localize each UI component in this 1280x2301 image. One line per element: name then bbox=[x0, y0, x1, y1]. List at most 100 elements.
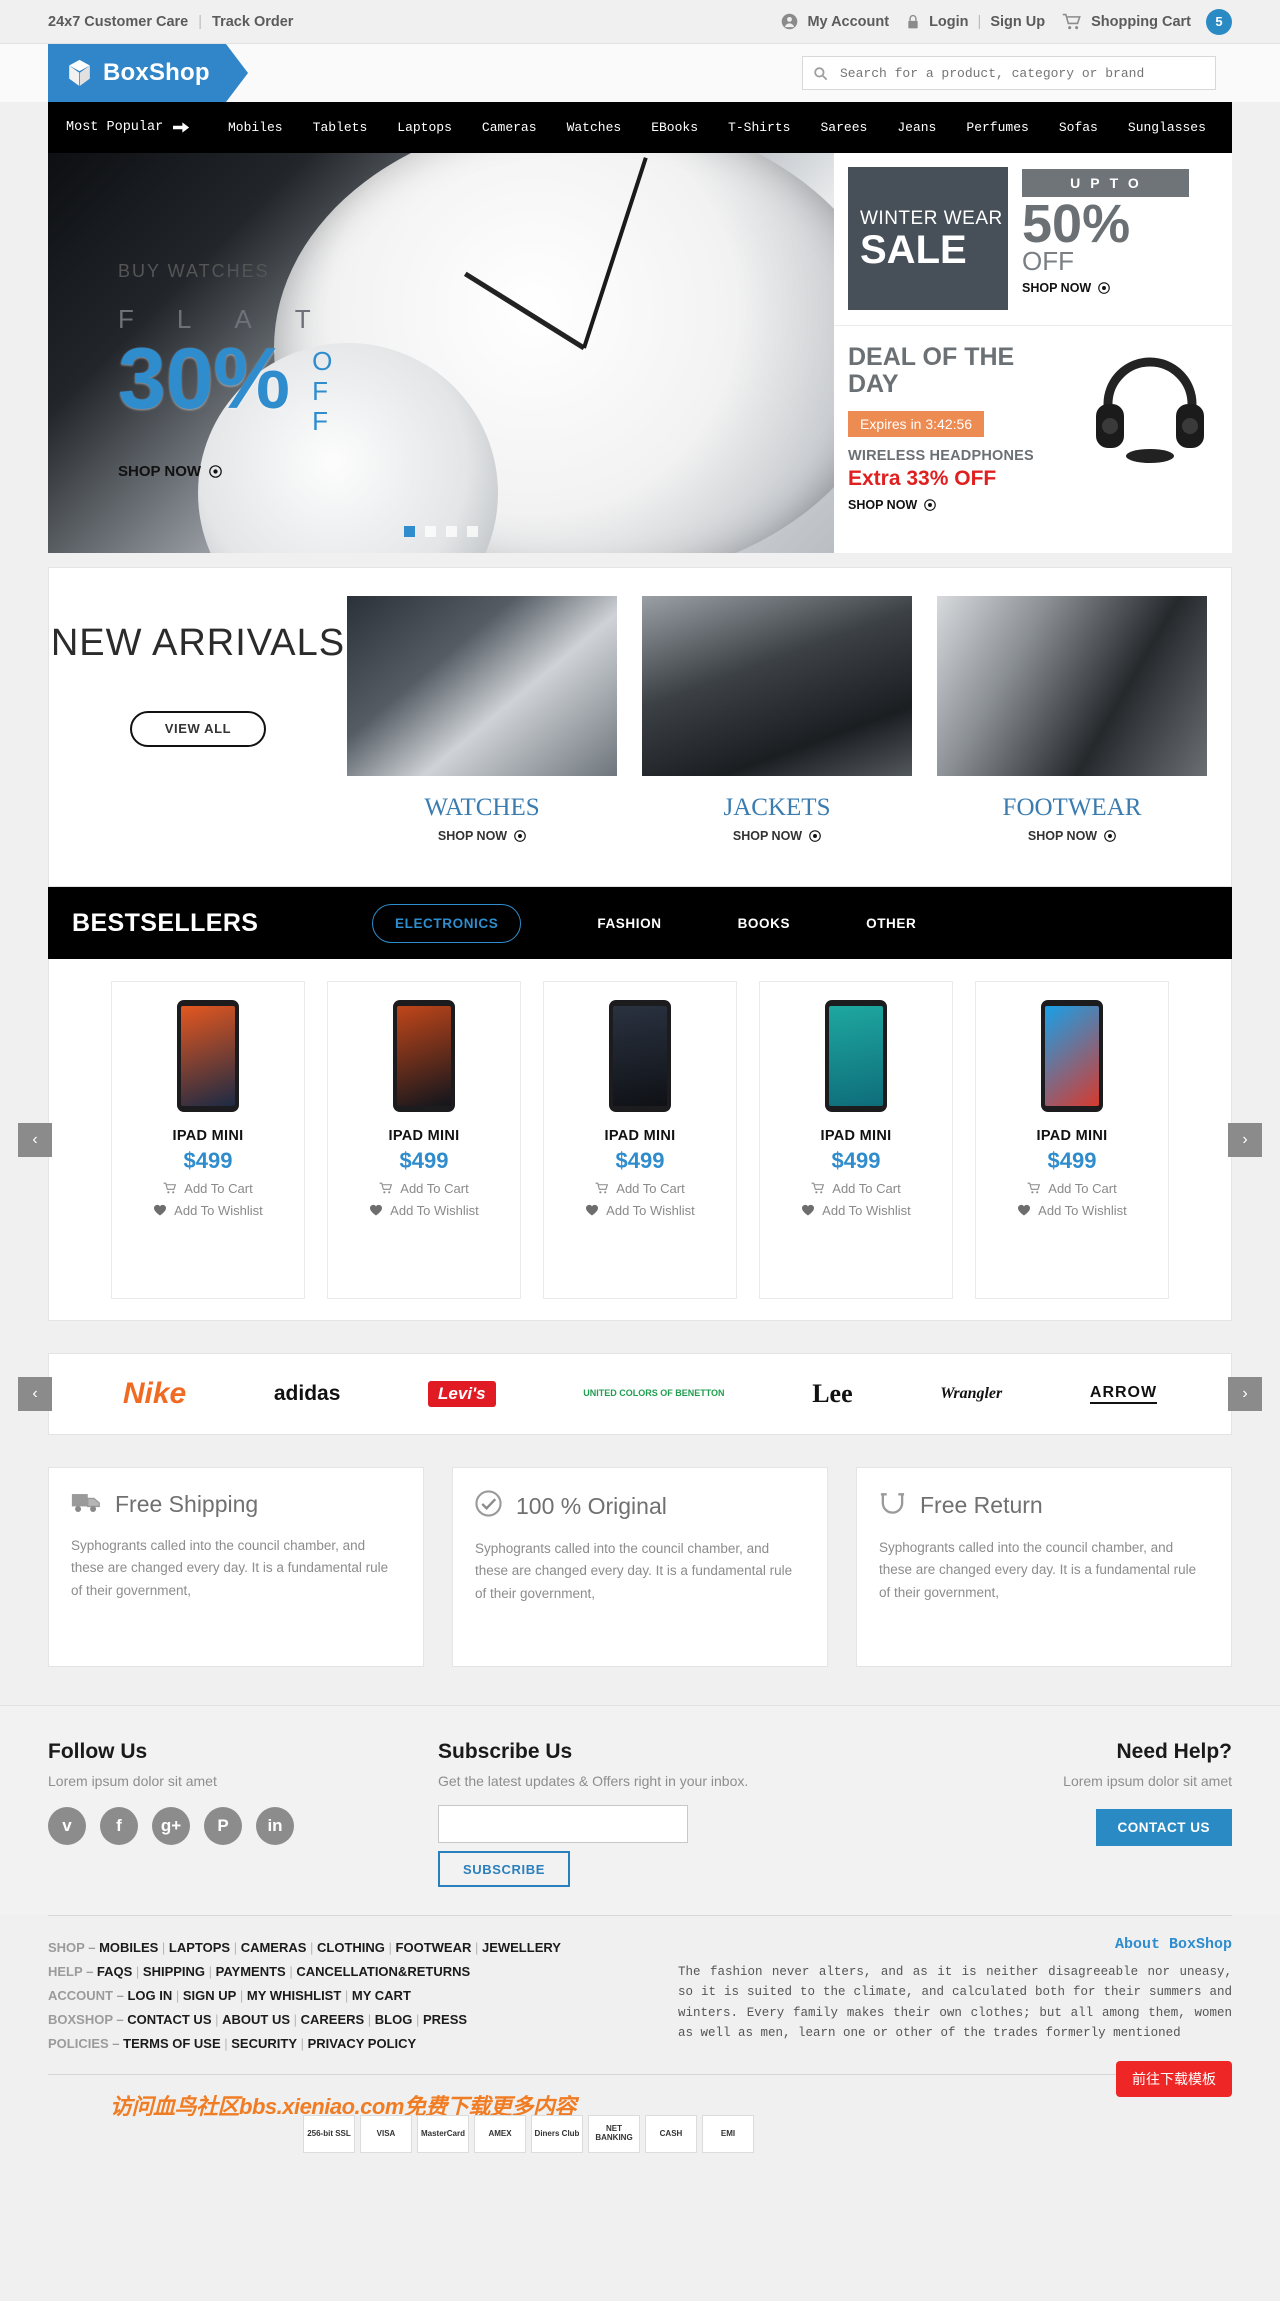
add-to-cart-button[interactable]: Add To Cart bbox=[595, 1181, 685, 1196]
add-to-cart-button[interactable]: Add To Cart bbox=[379, 1181, 469, 1196]
winter-shop-now-button[interactable]: SHOP NOW bbox=[1022, 281, 1189, 295]
nav-item-sunglasses[interactable]: Sunglasses bbox=[1128, 120, 1206, 135]
footer-link-contactus[interactable]: CONTACT US bbox=[127, 2012, 211, 2027]
about-title[interactable]: About BoxShop bbox=[678, 1936, 1232, 1953]
tab-other[interactable]: OTHER bbox=[866, 916, 916, 931]
footer-link-mywhishlist[interactable]: MY WHISHLIST bbox=[247, 1988, 341, 2003]
nav-item-sarees[interactable]: Sarees bbox=[821, 120, 868, 135]
product-card[interactable]: IPAD MINI $499 Add To Cart Add To Wishlist bbox=[111, 980, 305, 1299]
slider-dot-2[interactable] bbox=[446, 526, 457, 537]
footer-link-signup[interactable]: SIGN UP bbox=[183, 1988, 236, 2003]
subscribe-button[interactable]: SUBSCRIBE bbox=[438, 1851, 570, 1887]
carousel-prev-button[interactable]: ‹ bbox=[18, 1122, 52, 1157]
search-input[interactable] bbox=[840, 65, 1205, 81]
logo-block[interactable]: BoxShop bbox=[48, 44, 226, 102]
brand-prev-button[interactable]: ‹ bbox=[18, 1377, 52, 1411]
brand-logo-6[interactable]: ARROW bbox=[1089, 1384, 1158, 1404]
linkedin-icon[interactable]: in bbox=[256, 1807, 294, 1845]
arrival-category-jackets[interactable]: JACKETS bbox=[642, 794, 912, 822]
facebook-icon[interactable]: f bbox=[100, 1807, 138, 1845]
nav-item-watches[interactable]: Watches bbox=[567, 120, 622, 135]
hero-shop-now-button[interactable]: SHOP NOW bbox=[118, 463, 332, 480]
add-to-cart-button[interactable]: Add To Cart bbox=[811, 1181, 901, 1196]
brand-logo-1[interactable]: adidas bbox=[274, 1382, 341, 1406]
footer-link-clothing[interactable]: CLOTHING bbox=[317, 1940, 385, 1955]
brand-logo-3[interactable]: UNITED COLORS OF BENETTON bbox=[583, 1388, 724, 1400]
nav-item-ebooks[interactable]: EBooks bbox=[651, 120, 698, 135]
pinterest-icon[interactable]: P bbox=[204, 1807, 242, 1845]
product-card[interactable]: IPAD MINI $499 Add To Cart Add To Wishlist bbox=[543, 980, 737, 1299]
footer-link-faqs[interactable]: FAQS bbox=[97, 1964, 132, 1979]
tab-books[interactable]: BOOKS bbox=[738, 916, 791, 931]
deal-of-the-day-panel[interactable]: DEAL OF THE DAY Expires in 3:42:56 WIREL… bbox=[834, 325, 1232, 553]
nav-item-tshirts[interactable]: T-Shirts bbox=[728, 120, 790, 135]
footer-link-careers[interactable]: CAREERS bbox=[301, 2012, 365, 2027]
arrival-category-watches[interactable]: WATCHES bbox=[347, 794, 617, 822]
nav-item-tablets[interactable]: Tablets bbox=[313, 120, 368, 135]
footer-link-press[interactable]: PRESS bbox=[423, 2012, 467, 2027]
footer-link-login[interactable]: LOG IN bbox=[127, 1988, 172, 2003]
footer-link-laptops[interactable]: LAPTOPS bbox=[169, 1940, 230, 1955]
footer-link-footwear[interactable]: FOOTWEAR bbox=[396, 1940, 472, 1955]
carousel-next-button[interactable]: › bbox=[1228, 1122, 1262, 1157]
add-to-wishlist-button[interactable]: Add To Wishlist bbox=[1017, 1203, 1127, 1218]
arrival-shop-now-button[interactable]: SHOP NOW bbox=[642, 829, 912, 843]
brand-logo-0[interactable]: Nike bbox=[123, 1377, 186, 1411]
footer-link-termsofuse[interactable]: TERMS OF USE bbox=[123, 2036, 221, 2051]
add-to-wishlist-button[interactable]: Add To Wishlist bbox=[801, 1203, 911, 1218]
brand-logo-4[interactable]: Lee bbox=[812, 1379, 852, 1409]
footer-link-security[interactable]: SECURITY bbox=[231, 2036, 297, 2051]
footer-link-aboutus[interactable]: ABOUT US bbox=[222, 2012, 290, 2027]
add-to-wishlist-button[interactable]: Add To Wishlist bbox=[369, 1203, 479, 1218]
nav-item-laptops[interactable]: Laptops bbox=[397, 120, 452, 135]
my-account-link[interactable]: My Account bbox=[807, 14, 889, 30]
add-to-cart-button[interactable]: Add To Cart bbox=[1027, 1181, 1117, 1196]
add-to-wishlist-button[interactable]: Add To Wishlist bbox=[585, 1203, 695, 1218]
nav-item-sofas[interactable]: Sofas bbox=[1059, 120, 1098, 135]
slider-dot-3[interactable] bbox=[467, 526, 478, 537]
hero-slider[interactable]: BUY WATCHES FLAT 30% OFF SHOP NOW bbox=[48, 153, 834, 553]
most-popular-label[interactable]: Most Popular bbox=[48, 120, 228, 135]
slider-dots[interactable] bbox=[404, 526, 478, 537]
arrival-shop-now-button[interactable]: SHOP NOW bbox=[937, 829, 1207, 843]
footer-link-shipping[interactable]: SHIPPING bbox=[143, 1964, 205, 1979]
shopping-cart-link[interactable]: Shopping Cart bbox=[1091, 14, 1191, 30]
brand-logo-5[interactable]: Wrangler bbox=[940, 1385, 1002, 1403]
arrival-category-footwear[interactable]: FOOTWEAR bbox=[937, 794, 1207, 822]
arrival-shop-now-button[interactable]: SHOP NOW bbox=[347, 829, 617, 843]
footer-link-mobiles[interactable]: MOBILES bbox=[99, 1940, 158, 1955]
product-card[interactable]: IPAD MINI $499 Add To Cart Add To Wishlist bbox=[759, 980, 953, 1299]
track-order-link[interactable]: Track Order bbox=[212, 14, 293, 30]
brand-next-button[interactable]: › bbox=[1228, 1377, 1262, 1411]
subscribe-input-wrap[interactable] bbox=[438, 1805, 688, 1843]
product-card[interactable]: IPAD MINI $499 Add To Cart Add To Wishlist bbox=[327, 980, 521, 1299]
add-to-wishlist-button[interactable]: Add To Wishlist bbox=[153, 1203, 263, 1218]
product-card[interactable]: IPAD MINI $499 Add To Cart Add To Wishlist bbox=[975, 980, 1169, 1299]
nav-item-jeans[interactable]: Jeans bbox=[897, 120, 936, 135]
footer-link-privacypolicy[interactable]: PRIVACY POLICY bbox=[308, 2036, 417, 2051]
nav-item-perfumes[interactable]: Perfumes bbox=[966, 120, 1028, 135]
search-bar[interactable] bbox=[802, 56, 1216, 90]
footer-link-mycart[interactable]: MY CART bbox=[352, 1988, 411, 2003]
footer-link-cancellationreturns[interactable]: CANCELLATION&RETURNS bbox=[296, 1964, 470, 1979]
footer-link-jewellery[interactable]: JEWELLERY bbox=[482, 1940, 561, 1955]
signup-link[interactable]: Sign Up bbox=[990, 14, 1045, 30]
winter-sale-panel[interactable]: WINTER WEAR SALE UPTO 50% OFF SHOP NOW bbox=[834, 153, 1232, 325]
tab-electronics[interactable]: ELECTRONICS bbox=[372, 903, 522, 943]
subscribe-email-input[interactable] bbox=[439, 1806, 687, 1842]
nav-item-mobiles[interactable]: Mobiles bbox=[228, 120, 283, 135]
nav-item-cameras[interactable]: Cameras bbox=[482, 120, 537, 135]
google-plus-icon[interactable]: g+ bbox=[152, 1807, 190, 1845]
login-link[interactable]: Login bbox=[929, 14, 968, 30]
contact-us-button[interactable]: CONTACT US bbox=[1095, 1809, 1232, 1846]
customer-care-link[interactable]: 24x7 Customer Care bbox=[48, 14, 188, 30]
footer-link-cameras[interactable]: CAMERAS bbox=[241, 1940, 307, 1955]
slider-dot-0[interactable] bbox=[404, 526, 415, 537]
footer-link-blog[interactable]: BLOG bbox=[375, 2012, 413, 2027]
download-template-button[interactable]: 前往下载模板 bbox=[1116, 2061, 1232, 2098]
twitter-icon[interactable]: ᴠ bbox=[48, 1807, 86, 1845]
add-to-cart-button[interactable]: Add To Cart bbox=[163, 1181, 253, 1196]
brand-logo-2[interactable]: Levi's bbox=[428, 1381, 496, 1407]
deal-shop-now-button[interactable]: SHOP NOW bbox=[848, 498, 1048, 512]
logo[interactable]: BoxShop bbox=[48, 44, 248, 102]
